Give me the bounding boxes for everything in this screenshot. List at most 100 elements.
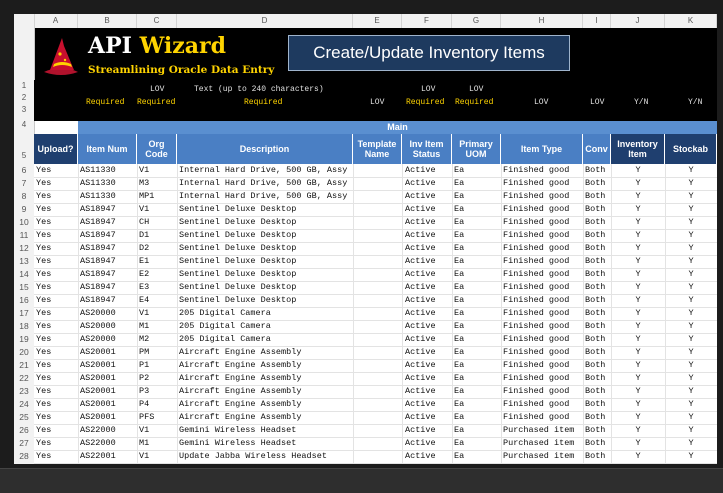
uom-cell[interactable]: Ea <box>454 398 501 411</box>
org-code-cell[interactable]: E2 <box>139 268 177 281</box>
inventory-item-cell[interactable]: Y <box>611 372 665 385</box>
header-template-name[interactable]: Template Name <box>353 134 402 164</box>
upload-cell[interactable]: Yes <box>36 281 78 294</box>
inventory-item-cell[interactable]: Y <box>611 242 665 255</box>
column-letter[interactable]: B <box>78 14 137 28</box>
upload-cell[interactable]: Yes <box>36 177 78 190</box>
item-type-cell[interactable]: Finished good <box>503 203 583 216</box>
conv-cell[interactable]: Both <box>585 437 611 450</box>
uom-cell[interactable]: Ea <box>454 177 501 190</box>
description-cell[interactable]: Aircraft Engine Assembly <box>179 372 353 385</box>
item-num-cell[interactable]: AS20001 <box>80 372 137 385</box>
conv-cell[interactable]: Both <box>585 242 611 255</box>
upload-cell[interactable]: Yes <box>36 359 78 372</box>
description-cell[interactable]: Sentinel Deluxe Desktop <box>179 242 353 255</box>
description-cell[interactable]: 205 Digital Camera <box>179 333 353 346</box>
header-primary-uom[interactable]: Primary UOM <box>452 134 501 164</box>
stockable-cell[interactable]: Y <box>665 437 717 450</box>
item-num-cell[interactable]: AS20000 <box>80 320 137 333</box>
upload-cell[interactable]: Yes <box>36 216 78 229</box>
org-code-cell[interactable]: D1 <box>139 229 177 242</box>
stockable-cell[interactable]: Y <box>665 216 717 229</box>
org-code-cell[interactable]: M1 <box>139 320 177 333</box>
status-cell[interactable]: Active <box>405 242 452 255</box>
status-cell[interactable]: Active <box>405 255 452 268</box>
description-cell[interactable]: Sentinel Deluxe Desktop <box>179 203 353 216</box>
conv-cell[interactable]: Both <box>585 372 611 385</box>
header-inventory-item[interactable]: Inventory Item <box>611 134 665 164</box>
upload-cell[interactable]: Yes <box>36 333 78 346</box>
uom-cell[interactable]: Ea <box>454 190 501 203</box>
org-code-cell[interactable]: CH <box>139 216 177 229</box>
stockable-cell[interactable]: Y <box>665 281 717 294</box>
upload-cell[interactable]: Yes <box>36 346 78 359</box>
stockable-cell[interactable]: Y <box>665 255 717 268</box>
description-cell[interactable]: Aircraft Engine Assembly <box>179 411 353 424</box>
item-num-cell[interactable]: AS11330 <box>80 177 137 190</box>
org-code-cell[interactable]: E3 <box>139 281 177 294</box>
item-type-cell[interactable]: Finished good <box>503 346 583 359</box>
stockable-cell[interactable]: Y <box>665 398 717 411</box>
upload-cell[interactable]: Yes <box>36 294 78 307</box>
stockable-cell[interactable]: Y <box>665 203 717 216</box>
upload-cell[interactable]: Yes <box>36 203 78 216</box>
item-type-cell[interactable]: Finished good <box>503 359 583 372</box>
description-cell[interactable]: Internal Hard Drive, 500 GB, Assy <box>179 190 353 203</box>
conv-cell[interactable]: Both <box>585 411 611 424</box>
item-type-cell[interactable]: Finished good <box>503 190 583 203</box>
stockable-cell[interactable]: Y <box>665 164 717 177</box>
item-type-cell[interactable]: Purchased item <box>503 437 583 450</box>
item-type-cell[interactable]: Purchased item <box>503 463 583 464</box>
item-type-cell[interactable]: Finished good <box>503 216 583 229</box>
stockable-cell[interactable]: Y <box>665 424 717 437</box>
uom-cell[interactable]: Ea <box>454 203 501 216</box>
item-num-cell[interactable]: AS18947 <box>80 229 137 242</box>
inventory-item-cell[interactable]: Y <box>611 463 665 464</box>
conv-cell[interactable]: Both <box>585 177 611 190</box>
uom-cell[interactable]: Ea <box>454 320 501 333</box>
item-type-cell[interactable]: Finished good <box>503 242 583 255</box>
inventory-item-cell[interactable]: Y <box>611 294 665 307</box>
description-cell[interactable]: Aircraft Engine Assembly <box>179 385 353 398</box>
item-num-cell[interactable]: AS18947 <box>80 255 137 268</box>
description-cell[interactable]: Sentinel Deluxe Desktop <box>179 268 353 281</box>
upload-cell[interactable]: Yes <box>36 463 78 464</box>
inventory-item-cell[interactable]: Y <box>611 216 665 229</box>
select-all-corner[interactable] <box>14 14 35 28</box>
uom-cell[interactable]: Ea <box>454 268 501 281</box>
inventory-item-cell[interactable]: Y <box>611 164 665 177</box>
stockable-cell[interactable]: Y <box>665 372 717 385</box>
item-num-cell[interactable]: AS20001 <box>80 346 137 359</box>
item-num-cell[interactable]: AS20001 <box>80 359 137 372</box>
stockable-cell[interactable]: Y <box>665 346 717 359</box>
stockable-cell[interactable]: Y <box>665 307 717 320</box>
uom-cell[interactable]: Ea <box>454 450 501 463</box>
item-num-cell[interactable]: AS20001 <box>80 398 137 411</box>
status-cell[interactable]: Active <box>405 307 452 320</box>
header-item-num[interactable]: Item Num <box>78 134 137 164</box>
item-num-cell[interactable]: AS22001 <box>80 463 137 464</box>
org-code-cell[interactable]: P1 <box>139 359 177 372</box>
org-code-cell[interactable]: V1 <box>139 424 177 437</box>
inventory-item-cell[interactable]: Y <box>611 190 665 203</box>
item-num-cell[interactable]: AS11330 <box>80 164 137 177</box>
status-cell[interactable]: Active <box>405 372 452 385</box>
item-num-cell[interactable]: AS20001 <box>80 411 137 424</box>
column-letter[interactable]: A <box>34 14 78 28</box>
org-code-cell[interactable]: E4 <box>139 294 177 307</box>
org-code-cell[interactable]: M3 <box>139 177 177 190</box>
uom-cell[interactable]: Ea <box>454 385 501 398</box>
header-org-code[interactable]: Org Code <box>137 134 177 164</box>
stockable-cell[interactable]: Y <box>665 359 717 372</box>
item-num-cell[interactable]: AS20000 <box>80 307 137 320</box>
description-cell[interactable]: 205 Digital Camera <box>179 307 353 320</box>
uom-cell[interactable]: Ea <box>454 411 501 424</box>
item-type-cell[interactable]: Finished good <box>503 177 583 190</box>
inventory-item-cell[interactable]: Y <box>611 268 665 281</box>
description-cell[interactable]: Internal Hard Drive, 500 GB, Assy <box>179 177 353 190</box>
item-type-cell[interactable]: Finished good <box>503 268 583 281</box>
uom-cell[interactable]: Ea <box>454 229 501 242</box>
sheet-title-button[interactable]: Create/Update Inventory Items <box>288 35 570 71</box>
header-item-type[interactable]: Item Type <box>501 134 583 164</box>
column-letter[interactable]: G <box>452 14 501 28</box>
